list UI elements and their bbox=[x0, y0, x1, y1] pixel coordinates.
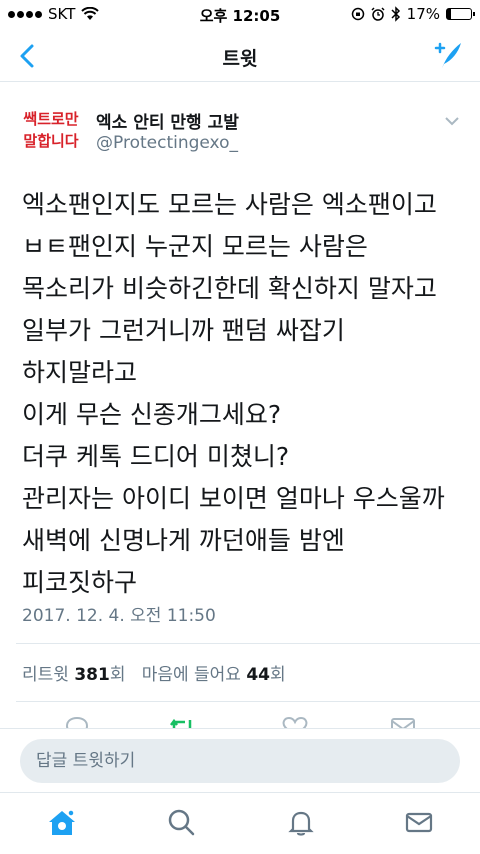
tab-messages[interactable] bbox=[404, 807, 434, 837]
tweet-line: 목소리가 비슷하긴한데 확신하지 말자고 bbox=[22, 274, 437, 303]
tweet-stats: 리트윗 381회 마음에 들어요 44회 bbox=[22, 660, 286, 685]
tweet-line: 새벽에 신명나게 까던애들 밤엔 bbox=[22, 526, 345, 555]
divider bbox=[16, 701, 480, 702]
tab-search[interactable] bbox=[166, 807, 196, 837]
page-title: 트윗 bbox=[222, 48, 258, 70]
tweet-line: 엑소팬인지도 모르는 사람은 엑소팬이고 bbox=[22, 190, 437, 219]
heart-icon bbox=[282, 716, 308, 728]
battery-level bbox=[447, 9, 452, 19]
avatar-text-line1: 쌕트로만 bbox=[23, 110, 79, 128]
tab-notifications[interactable] bbox=[286, 807, 316, 837]
retweet-button[interactable] bbox=[167, 712, 197, 728]
battery-icon bbox=[446, 8, 475, 20]
tweet-line: 관리자는 아이디 보이면 얼마나 우스울까 bbox=[22, 484, 445, 513]
like-label[interactable]: 마음에 들어요 bbox=[142, 665, 241, 685]
user-handle[interactable]: @Protectingexo_ bbox=[96, 133, 238, 153]
like-button[interactable] bbox=[280, 712, 310, 728]
share-button[interactable] bbox=[388, 712, 418, 728]
compose-feather-icon bbox=[434, 42, 461, 68]
bell-icon bbox=[288, 811, 314, 836]
divider bbox=[16, 643, 480, 644]
reply-input[interactable]: 답글 트윗하기 bbox=[20, 739, 460, 783]
battery-percent: 17% bbox=[406, 5, 440, 23]
avatar[interactable]: 쌕트로만 말합니다 bbox=[18, 108, 84, 156]
rotation-lock-icon bbox=[351, 7, 364, 21]
home-icon bbox=[49, 809, 75, 835]
tweet-options-button[interactable] bbox=[444, 112, 460, 126]
alarm-icon bbox=[371, 7, 385, 21]
chevron-down-icon bbox=[445, 117, 459, 126]
tweet-line: 하지말라고 bbox=[22, 358, 138, 387]
tweet-line: 피코짓하구 bbox=[22, 568, 138, 597]
retweet-icon bbox=[170, 718, 192, 728]
tweet-line: ㅂㅌ팬인지 누군지 모르는 사람은 bbox=[22, 232, 368, 261]
tweet-line: 더쿠 케톡 드디어 미쳤니? bbox=[22, 442, 290, 471]
reply-button[interactable] bbox=[62, 712, 92, 728]
tweet-timestamp: 2017. 12. 4. 오전 11:50 bbox=[22, 606, 216, 626]
reply-bar: 답글 트윗하기 bbox=[0, 728, 480, 792]
reply-icon bbox=[65, 716, 89, 728]
display-name[interactable]: 엑소 안티 만행 고발 bbox=[96, 108, 239, 133]
tab-home[interactable] bbox=[46, 807, 76, 837]
nav-bar: 트윗 bbox=[0, 30, 480, 82]
mail-icon bbox=[391, 718, 415, 728]
tweet-text: 엑소팬인지도 모르는 사람은 엑소팬이고 ㅂㅌ팬인지 누군지 모르는 사람은 목… bbox=[22, 184, 472, 604]
search-icon bbox=[168, 809, 195, 836]
retweet-count[interactable]: 381 bbox=[74, 665, 110, 685]
compose-tweet-button[interactable] bbox=[430, 38, 464, 72]
tweet-line: 이게 무슨 신종개그세요? bbox=[22, 400, 282, 429]
tweet-header: 쌕트로만 말합니다 엑소 안티 만행 고발 @Protectingexo_ bbox=[0, 100, 480, 160]
retweet-unit: 회 bbox=[109, 665, 126, 685]
tab-bar bbox=[0, 792, 480, 854]
tweet-actions bbox=[0, 712, 480, 728]
mail-icon bbox=[405, 812, 433, 833]
like-count[interactable]: 44 bbox=[246, 665, 270, 685]
status-right: 17% bbox=[351, 5, 475, 23]
status-bar: SKT 오후 12:05 17% bbox=[0, 0, 480, 30]
tweet-line: 일부가 그런거니까 팬덤 싸잡기 bbox=[22, 316, 345, 345]
like-unit: 회 bbox=[270, 665, 286, 685]
retweet-label[interactable]: 리트윗 bbox=[22, 665, 69, 685]
avatar-text-line2: 말합니다 bbox=[23, 132, 79, 150]
bluetooth-icon bbox=[391, 6, 400, 22]
